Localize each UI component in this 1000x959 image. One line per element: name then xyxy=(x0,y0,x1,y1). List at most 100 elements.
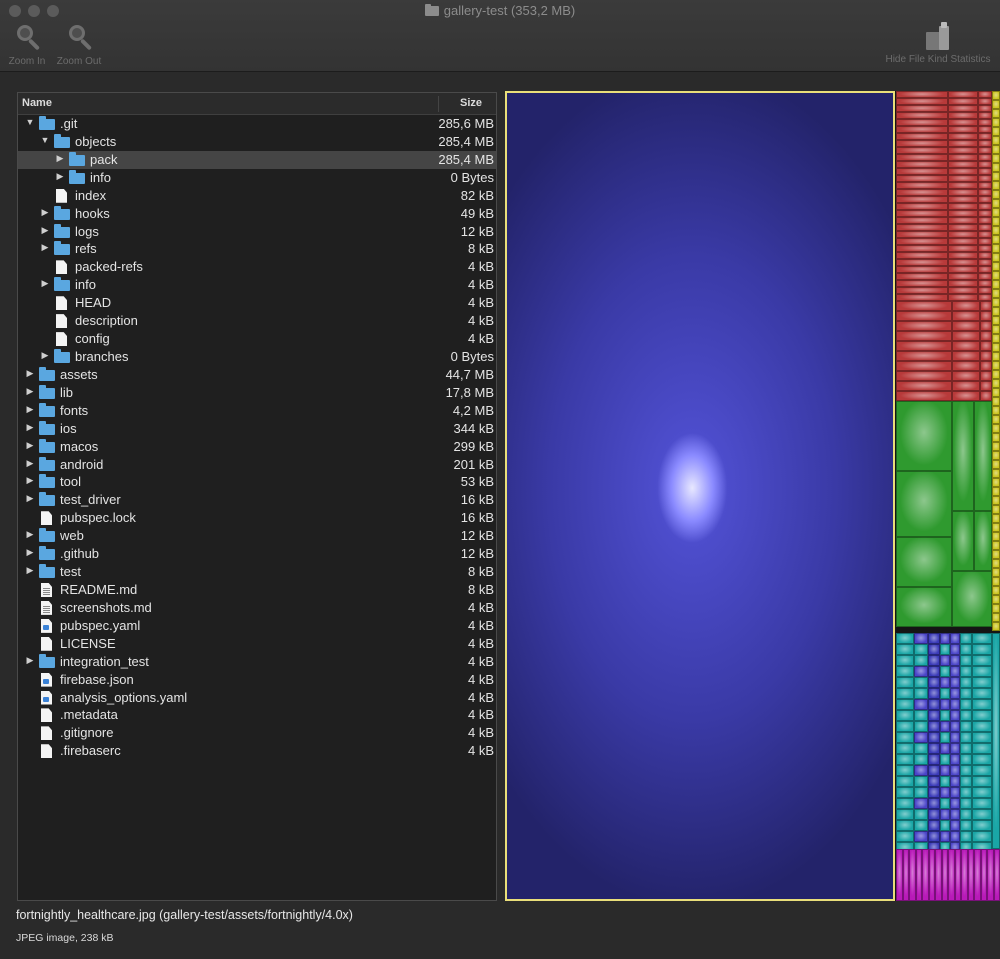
treemap-file-block[interactable] xyxy=(992,226,1000,235)
treemap-file-block[interactable] xyxy=(974,401,992,511)
treemap-file-block[interactable] xyxy=(950,754,960,765)
disclosure-collapsed-icon[interactable]: ▶ xyxy=(24,404,36,415)
tree-row[interactable]: ▶ android 201 kB xyxy=(18,456,496,474)
treemap-file-block[interactable] xyxy=(950,798,960,809)
treemap-file-block[interactable] xyxy=(992,154,1000,163)
disclosure-collapsed-icon[interactable]: ▶ xyxy=(24,440,36,451)
treemap-file-block[interactable] xyxy=(992,532,1000,541)
tree-row[interactable]: firebase.json 4 kB xyxy=(18,671,496,689)
treemap-file-block[interactable] xyxy=(978,259,992,266)
disclosure-collapsed-icon[interactable]: ▶ xyxy=(39,242,51,253)
treemap-file-block[interactable] xyxy=(972,666,992,677)
treemap-file-block[interactable] xyxy=(896,798,914,809)
treemap-file-block[interactable] xyxy=(980,341,992,351)
treemap-file-block[interactable] xyxy=(896,119,948,126)
treemap-file-block[interactable] xyxy=(978,182,992,189)
treemap-file-block[interactable] xyxy=(948,217,978,224)
treemap-file-block[interactable] xyxy=(940,655,950,666)
treemap-file-block[interactable] xyxy=(914,633,928,644)
disclosure-collapsed-icon[interactable]: ▶ xyxy=(24,529,36,540)
treemap-file-block[interactable] xyxy=(896,301,952,311)
treemap-file-block[interactable] xyxy=(940,831,950,842)
disclosure-expanded-icon[interactable]: ▼ xyxy=(24,117,36,127)
treemap-file-block[interactable] xyxy=(948,231,978,238)
treemap-file-block[interactable] xyxy=(940,820,950,831)
treemap-file-block[interactable] xyxy=(972,633,992,644)
tree-row[interactable]: ▶ lib 17,8 MB xyxy=(18,384,496,402)
treemap-file-block[interactable] xyxy=(992,217,1000,226)
treemap-file-block[interactable] xyxy=(896,252,948,259)
treemap-file-block[interactable] xyxy=(972,820,992,831)
treemap-file-block[interactable] xyxy=(896,688,914,699)
treemap-file-block[interactable] xyxy=(972,831,992,842)
treemap-file-block[interactable] xyxy=(992,397,1000,406)
tree-row[interactable]: packed-refs 4 kB xyxy=(18,258,496,276)
treemap-file-block[interactable] xyxy=(992,633,1000,849)
treemap-file-block[interactable] xyxy=(948,259,978,266)
treemap-file-block[interactable] xyxy=(980,371,992,381)
treemap-file-block[interactable] xyxy=(948,147,978,154)
tree-row[interactable]: pubspec.lock 16 kB xyxy=(18,509,496,527)
tree-row[interactable]: ▶ hooks 49 kB xyxy=(18,205,496,223)
treemap-file-block[interactable] xyxy=(928,754,940,765)
treemap-file-block[interactable] xyxy=(928,688,940,699)
treemap-file-block[interactable] xyxy=(948,133,978,140)
treemap-file-block[interactable] xyxy=(948,287,978,294)
treemap-file-block[interactable] xyxy=(960,765,972,776)
treemap-file-block[interactable] xyxy=(914,688,928,699)
treemap-file-block[interactable] xyxy=(980,381,992,391)
treemap-file-block[interactable] xyxy=(952,571,992,627)
treemap-file-block[interactable] xyxy=(950,820,960,831)
treemap-file-block[interactable] xyxy=(896,361,952,371)
treemap-file-block[interactable] xyxy=(952,391,980,401)
treemap-file-block[interactable] xyxy=(896,154,948,161)
disclosure-collapsed-icon[interactable]: ▶ xyxy=(24,655,36,666)
disclosure-collapsed-icon[interactable]: ▶ xyxy=(24,565,36,576)
treemap-file-block[interactable] xyxy=(993,849,1000,901)
treemap-file-block[interactable] xyxy=(948,294,978,301)
treemap-file-block[interactable] xyxy=(896,245,948,252)
treemap-file-block[interactable] xyxy=(978,210,992,217)
treemap-file-block[interactable] xyxy=(896,754,914,765)
treemap-file-block[interactable] xyxy=(950,688,960,699)
treemap-file-block[interactable] xyxy=(914,699,928,710)
hide-file-kind-statistics-button[interactable]: Hide File Kind Statistics xyxy=(878,22,998,65)
treemap-file-block[interactable] xyxy=(960,644,972,655)
treemap-file-block[interactable] xyxy=(992,325,1000,334)
treemap-file-block[interactable] xyxy=(992,523,1000,532)
disclosure-collapsed-icon[interactable]: ▶ xyxy=(39,278,51,289)
treemap-file-block[interactable] xyxy=(992,334,1000,343)
treemap-file-block[interactable] xyxy=(928,655,940,666)
treemap-file-block[interactable] xyxy=(978,224,992,231)
tree-row[interactable]: ▶ test 8 kB xyxy=(18,563,496,581)
treemap-file-block[interactable] xyxy=(896,175,948,182)
tree-row[interactable]: ▼ objects 285,4 MB xyxy=(18,133,496,151)
treemap-file-block[interactable] xyxy=(896,161,948,168)
treemap-file-block[interactable] xyxy=(948,280,978,287)
treemap-file-block[interactable] xyxy=(896,710,914,721)
disclosure-collapsed-icon[interactable]: ▶ xyxy=(54,171,66,182)
treemap-file-block[interactable] xyxy=(952,381,980,391)
treemap-file-block[interactable] xyxy=(960,787,972,798)
treemap-file-block[interactable] xyxy=(952,511,974,571)
treemap-file-block[interactable] xyxy=(948,168,978,175)
treemap-file-block[interactable] xyxy=(960,699,972,710)
treemap-file-block[interactable] xyxy=(992,424,1000,433)
treemap-file-block[interactable] xyxy=(896,182,948,189)
treemap-file-block[interactable] xyxy=(950,710,960,721)
tree-row[interactable]: ▶ fonts 4,2 MB xyxy=(18,402,496,420)
treemap-file-block[interactable] xyxy=(950,677,960,688)
tree-row[interactable]: ▶ macos 299 kB xyxy=(18,438,496,456)
zoom-out-button[interactable]: Zoom Out xyxy=(52,22,106,67)
treemap-file-block[interactable] xyxy=(948,196,978,203)
treemap-file-block[interactable] xyxy=(992,379,1000,388)
treemap-file-block[interactable] xyxy=(980,351,992,361)
treemap-file-block[interactable] xyxy=(928,787,940,798)
treemap-file-block[interactable] xyxy=(896,371,952,381)
treemap-file-block[interactable] xyxy=(948,98,978,105)
treemap-file-block[interactable] xyxy=(960,754,972,765)
treemap-file-block[interactable] xyxy=(896,732,914,743)
treemap-file-block[interactable] xyxy=(914,820,928,831)
treemap-file-block[interactable] xyxy=(972,732,992,743)
treemap-file-block[interactable] xyxy=(896,91,948,98)
